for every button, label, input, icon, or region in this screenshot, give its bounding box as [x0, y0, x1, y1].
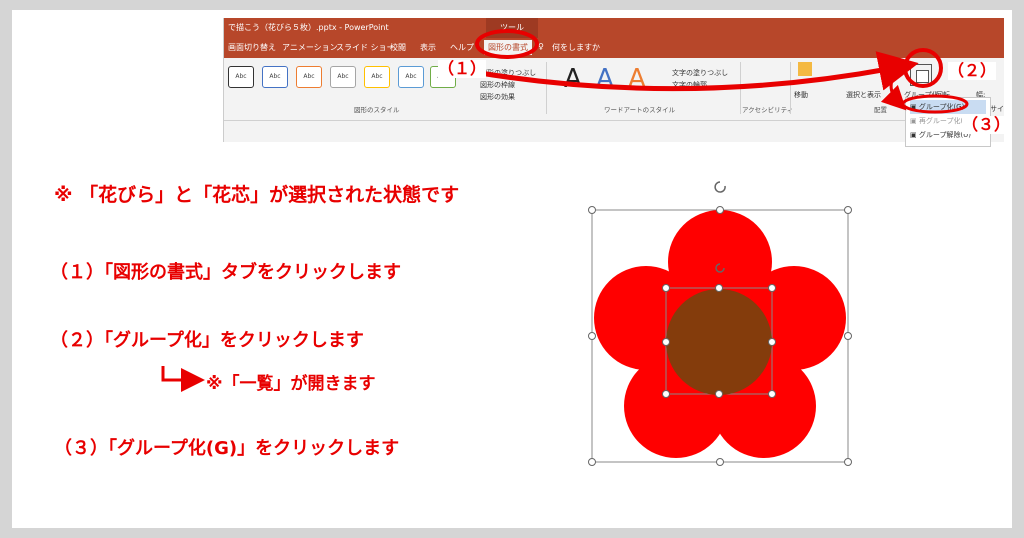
highlight-group-button	[903, 48, 943, 88]
step1-marker: （１）	[438, 59, 487, 78]
step1-text: （１）「図形の書式」タブをクリックします	[50, 262, 401, 283]
arrow-to-menu	[880, 75, 907, 111]
rotate-handle-icon[interactable]	[714, 181, 726, 193]
step2-text: （２）「グループ化」をクリックします	[50, 330, 364, 351]
step2-sub-arrow	[161, 366, 205, 392]
highlight-group-menu-item	[901, 94, 969, 114]
flower-shape-group[interactable]	[588, 181, 852, 466]
selection-note: ※ 「花びら」と「花芯」が選択された状態です	[54, 184, 460, 206]
arrow-to-group-button	[473, 51, 919, 92]
step3-marker: （３）	[962, 115, 1011, 134]
highlight-shape-format-tab	[475, 29, 539, 59]
step2-marker: （２）	[948, 61, 997, 80]
flower-center	[666, 289, 772, 395]
step2-sub-text: ※「一覧」が開きます	[206, 374, 376, 394]
step3-text: （３）「グループ化(G)」をクリックします	[54, 438, 400, 459]
